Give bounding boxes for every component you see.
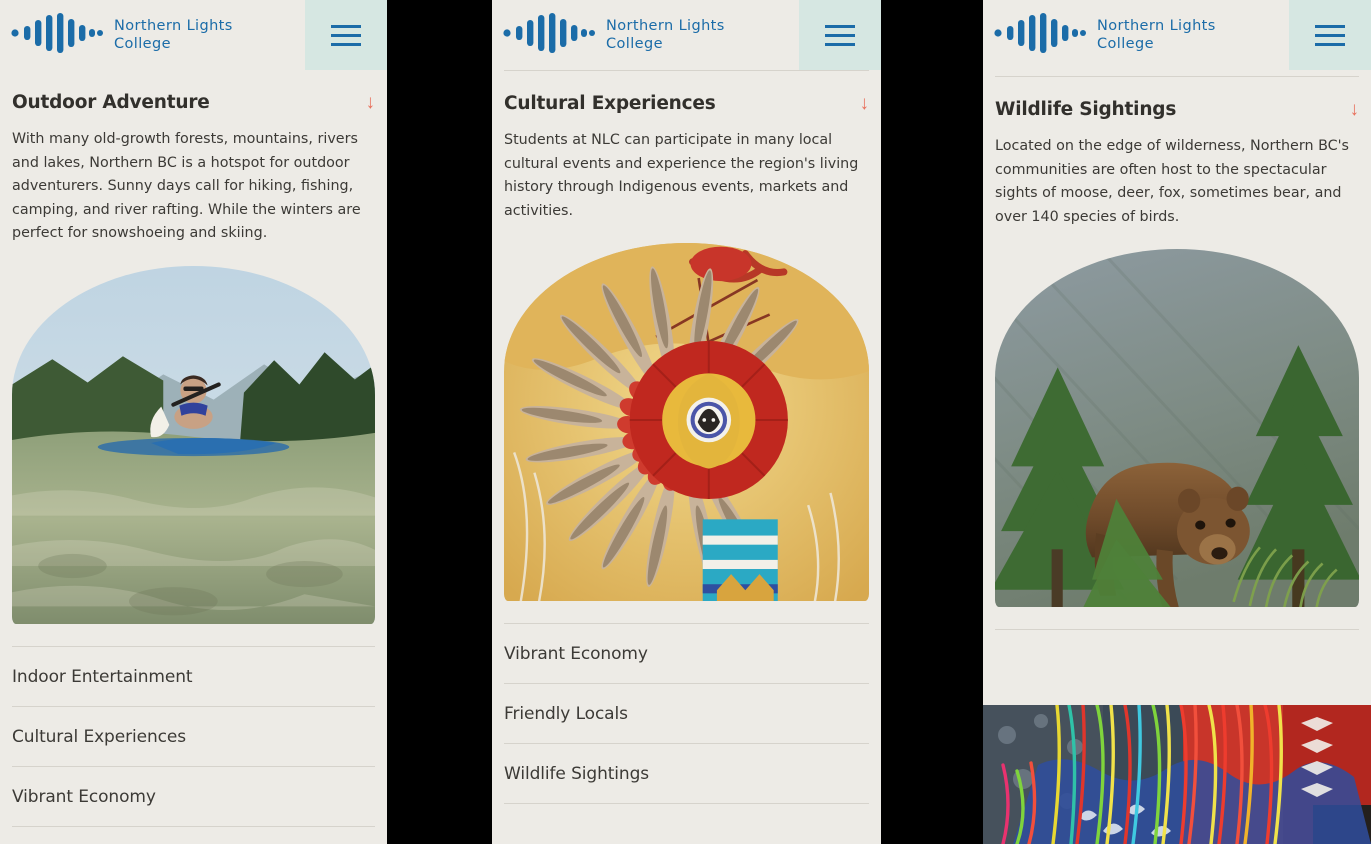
site-header: Northern Lights College <box>492 0 881 70</box>
accordion-item[interactable]: Vibrant Economy <box>504 623 869 683</box>
arrow-down-icon[interactable]: ↓ <box>366 93 376 112</box>
accordion-item[interactable] <box>995 629 1359 669</box>
panel-cultural-experiences: Northern Lights College Cultural Experie… <box>492 0 881 844</box>
accordion-item-label: Vibrant Economy <box>12 786 156 807</box>
hamburger-menu-button[interactable] <box>305 0 387 70</box>
powwow-regalia-fringe-image <box>983 705 1371 844</box>
hamburger-menu-icon <box>825 33 855 37</box>
hamburger-menu-icon <box>331 24 361 28</box>
accordion-item[interactable]: Indoor Entertainment <box>12 645 375 706</box>
accordion-open-body: With many old-growth forests, mountains,… <box>12 131 361 242</box>
site-header: Northern Lights College <box>983 0 1371 70</box>
brand-logo[interactable]: Northern Lights College <box>0 0 233 58</box>
site-header: Northern Lights College <box>0 0 387 70</box>
hamburger-menu-icon <box>825 24 855 28</box>
hamburger-menu-button[interactable] <box>799 0 881 70</box>
accordion-open-body: Students at NLC can participate in many … <box>504 132 859 219</box>
soundwave-logo-icon <box>503 13 595 58</box>
accordion-item[interactable]: Vibrant Economy <box>12 765 375 827</box>
accordion-list <box>995 629 1359 669</box>
hamburger-menu-icon <box>1315 42 1345 46</box>
soundwave-logo-icon <box>994 13 1086 58</box>
accordion-open-title: Cultural Experiences <box>504 93 716 114</box>
accordion-open-title: Outdoor Adventure <box>12 92 210 113</box>
panel-body: Wildlife Sightings ↓ Located on the edge… <box>983 76 1371 669</box>
hamburger-menu-icon <box>1315 33 1345 37</box>
arch-image-wrapper <box>995 249 1359 608</box>
brand-name: Northern Lights College <box>606 18 725 52</box>
accordion-item[interactable]: Cultural Experiences <box>12 705 375 766</box>
panel-wildlife-sightings: Northern Lights College Wildlife Sightin… <box>983 0 1371 844</box>
screenshot-stage: Northern Lights College Outdoor Adventur… <box>0 0 1371 844</box>
paddleboarder-on-river-image <box>12 265 375 624</box>
accordion-item-label: Wildlife Sightings <box>504 764 650 785</box>
accordion-open-title: Wildlife Sightings <box>995 99 1177 120</box>
accordion-list: Vibrant Economy Friendly Locals Wildlife… <box>504 623 869 805</box>
accordion-item-label: Cultural Experiences <box>12 726 187 747</box>
accordion-item[interactable]: Wildlife Sightings <box>504 743 869 805</box>
accordion-open-header[interactable]: Wildlife Sightings ↓ <box>995 77 1359 120</box>
panel-body: Outdoor Adventure ↓ With many old-growth… <box>0 70 387 827</box>
accordion-open-header[interactable]: Outdoor Adventure ↓ <box>12 70 375 113</box>
hamburger-menu-icon <box>331 33 361 37</box>
accordion-item-label: Friendly Locals <box>504 704 628 725</box>
brand-logo[interactable]: Northern Lights College <box>492 0 725 58</box>
hamburger-menu-button[interactable] <box>1289 0 1371 70</box>
arrow-down-icon[interactable]: ↓ <box>1350 100 1360 119</box>
indigenous-feather-regalia-image <box>504 243 869 602</box>
arch-image-wrapper <box>12 265 375 624</box>
panel-body: Cultural Experiences ↓ Students at NLC c… <box>492 70 881 805</box>
brand-name: Northern Lights College <box>114 18 233 52</box>
arrow-down-icon[interactable]: ↓ <box>860 94 870 113</box>
arch-image-wrapper <box>504 243 869 602</box>
accordion-item[interactable]: Friendly Locals <box>504 683 869 743</box>
brand-logo[interactable]: Northern Lights College <box>983 0 1216 58</box>
accordion-open-header[interactable]: Cultural Experiences ↓ <box>504 71 869 114</box>
hamburger-menu-icon <box>1315 24 1345 28</box>
accordion-item-label: Vibrant Economy <box>504 644 648 665</box>
hamburger-menu-icon <box>331 42 361 46</box>
accordion-list: Indoor Entertainment Cultural Experience… <box>12 645 375 827</box>
accordion-item-label: Indoor Entertainment <box>12 666 193 687</box>
accordion-open-body: Located on the edge of wilderness, North… <box>995 138 1349 225</box>
brand-name: Northern Lights College <box>1097 18 1216 52</box>
grizzly-bear-in-forest-image <box>995 249 1359 608</box>
panel-outdoor-adventure: Northern Lights College Outdoor Adventur… <box>0 0 387 844</box>
soundwave-logo-icon <box>11 13 103 58</box>
hamburger-menu-icon <box>825 42 855 46</box>
